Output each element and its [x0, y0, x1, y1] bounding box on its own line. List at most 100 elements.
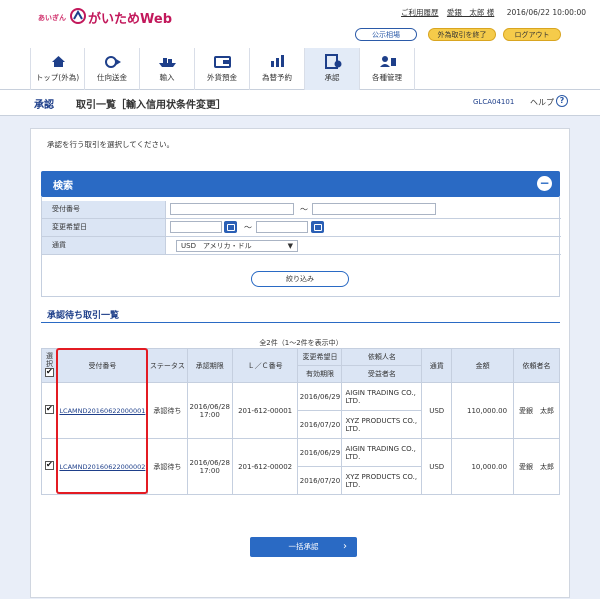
approval-icon: [325, 54, 342, 69]
status-header: ステータス: [146, 348, 188, 383]
nav-top-label: トップ(外為): [35, 73, 80, 82]
status-cell: 承認待ち: [146, 438, 188, 495]
nav-remittance[interactable]: 仕向送金: [85, 48, 140, 90]
select-all-checkbox[interactable]: [44, 367, 54, 377]
requester-cell: 愛銀 太郎: [513, 438, 560, 495]
deadline-cell: 2016/06/28 17:00: [186, 438, 233, 495]
row-checkbox[interactable]: [44, 404, 54, 414]
search-row-date: 変更希望日 ～: [42, 219, 561, 237]
amount-header: 金額: [451, 348, 515, 383]
applicant-cell: AIGIN TRADING CO., LTD.: [341, 438, 423, 467]
lc-cell: 201-612-00002: [231, 438, 299, 495]
ref-label: 受付番号: [42, 201, 166, 218]
currency-cell: USD: [421, 438, 453, 495]
filter-button[interactable]: 絞り込み: [251, 271, 349, 287]
nav-admin-label: 各種管理: [372, 73, 402, 82]
brand-name: がいためWeb: [88, 12, 172, 27]
nav-deposit-label: 外貨預金: [207, 73, 237, 82]
nav-approval-label: 承認: [324, 73, 340, 82]
nav-forward[interactable]: 為替予約: [250, 48, 305, 90]
screen-code: GLCA04101: [473, 98, 515, 106]
currency-select[interactable]: USD アメリカ・ドル ▼: [176, 240, 298, 252]
bulk-approve-label: 一括承認: [288, 542, 319, 551]
beneficiary-cell: XYZ PRODUCTS CO., LTD.: [341, 466, 423, 495]
list-divider: [41, 322, 560, 323]
nav-import[interactable]: 輸入: [140, 48, 195, 90]
select-header-label: 選択: [45, 352, 53, 368]
remittance-icon: [105, 56, 121, 68]
ref-to-input[interactable]: [312, 203, 436, 215]
applicant-header: 依頼人名: [341, 348, 423, 366]
lc-cell: 201-612-00001: [231, 382, 299, 439]
currency-label: 通貨: [42, 237, 166, 254]
ref-from-input[interactable]: [170, 203, 294, 215]
logout-button[interactable]: ログアウト: [503, 28, 561, 41]
ship-icon: [159, 58, 176, 67]
help-link[interactable]: ヘルプ: [530, 97, 554, 108]
list-title: 承認待ち取引一覧: [47, 311, 120, 321]
user-name[interactable]: 愛銀 太郎 様: [447, 8, 494, 17]
result-count: 全2件（1～2件を表示中）: [259, 339, 343, 347]
ref-tilde: ～: [300, 205, 308, 214]
section-title: 承認: [34, 100, 54, 111]
fx-end-button[interactable]: 外為取引を終了: [428, 28, 496, 41]
brand-logo-icon: [70, 8, 86, 24]
deadline-header: 承認期限: [186, 348, 233, 383]
header: あいぎん がいためWeb ご利用履歴 愛銀 太郎 様 2016/06/22 10…: [0, 0, 600, 90]
currency-value: USD アメリカ・ドル: [181, 242, 252, 250]
brand-small: あいぎん: [38, 14, 66, 22]
chart-icon: [271, 55, 284, 67]
nav-remittance-label: 仕向送金: [97, 73, 127, 82]
rates-button[interactable]: 公示相場: [355, 28, 417, 41]
lc-header: Ｌ／Ｃ番号: [231, 348, 299, 383]
top-links: ご利用履歴 愛銀 太郎 様 2016/06/22 10:00:00: [401, 7, 586, 18]
search-header[interactable]: 検索 −: [41, 171, 560, 197]
change-date-cell: 2016/06/29: [297, 438, 343, 467]
calendar-from-icon[interactable]: [224, 221, 237, 233]
calendar-to-icon[interactable]: [311, 221, 324, 233]
date-label: 変更希望日: [42, 219, 166, 236]
collapse-icon[interactable]: −: [537, 176, 552, 191]
nav-approval[interactable]: 承認: [305, 48, 360, 90]
home-icon: [52, 56, 65, 67]
help-icon[interactable]: ?: [556, 95, 568, 107]
expiry-header: 有効期限: [297, 365, 343, 383]
intro-text: 承認を行う取引を選択してください。: [47, 140, 175, 149]
deadline-cell: 2016/06/28 17:00: [186, 382, 233, 439]
history-link[interactable]: ご利用履歴: [401, 8, 439, 17]
search-row-currency: 通貨 USD アメリカ・ドル ▼: [42, 237, 561, 255]
search-row-ref: 受付番号 ～: [42, 201, 561, 219]
beneficiary-header: 受益者名: [341, 365, 423, 383]
beneficiary-cell: XYZ PRODUCTS CO., LTD.: [341, 410, 423, 439]
highlight-box: [56, 348, 148, 494]
nav-top[interactable]: トップ(外為): [30, 48, 85, 90]
currency-header: 通貨: [421, 348, 453, 383]
nav-deposit[interactable]: 外貨預金: [195, 48, 250, 90]
status-cell: 承認待ち: [146, 382, 188, 439]
dropdown-arrow-icon: ▼: [287, 242, 293, 250]
expiry-cell: 2016/07/20: [297, 410, 343, 439]
deposit-icon: [214, 56, 231, 68]
search-title: 検索: [53, 181, 73, 192]
bulk-approve-button[interactable]: 一括承認 ›: [250, 537, 357, 557]
nav-admin[interactable]: 各種管理: [360, 48, 415, 90]
main-nav: トップ(外為) 仕向送金 輸入 外貨預金 為替予約 承認 各種管理: [30, 48, 420, 90]
expiry-cell: 2016/07/20: [297, 466, 343, 495]
date-tilde: ～: [244, 223, 252, 232]
amount-cell: 10,000.00: [451, 438, 515, 495]
datetime: 2016/06/22 10:00:00: [506, 8, 586, 17]
date-to-input[interactable]: [256, 221, 308, 233]
chevron-right-icon: ›: [343, 541, 347, 552]
applicant-cell: AIGIN TRADING CO., LTD.: [341, 382, 423, 411]
admin-icon: [380, 56, 396, 67]
title-bar: 承認 取引一覧［輸入信用状条件変更］ GLCA04101 ヘルプ ?: [0, 90, 600, 116]
nav-forward-label: 為替予約: [262, 73, 292, 82]
requester-cell: 愛銀 太郎: [513, 382, 560, 439]
page-title: 取引一覧［輸入信用状条件変更］: [76, 100, 226, 111]
row-checkbox[interactable]: [44, 460, 54, 470]
nav-import-label: 輸入: [159, 73, 175, 82]
change-date-cell: 2016/06/29: [297, 382, 343, 411]
change-date-header: 変更希望日: [297, 348, 343, 366]
currency-cell: USD: [421, 382, 453, 439]
date-from-input[interactable]: [170, 221, 222, 233]
